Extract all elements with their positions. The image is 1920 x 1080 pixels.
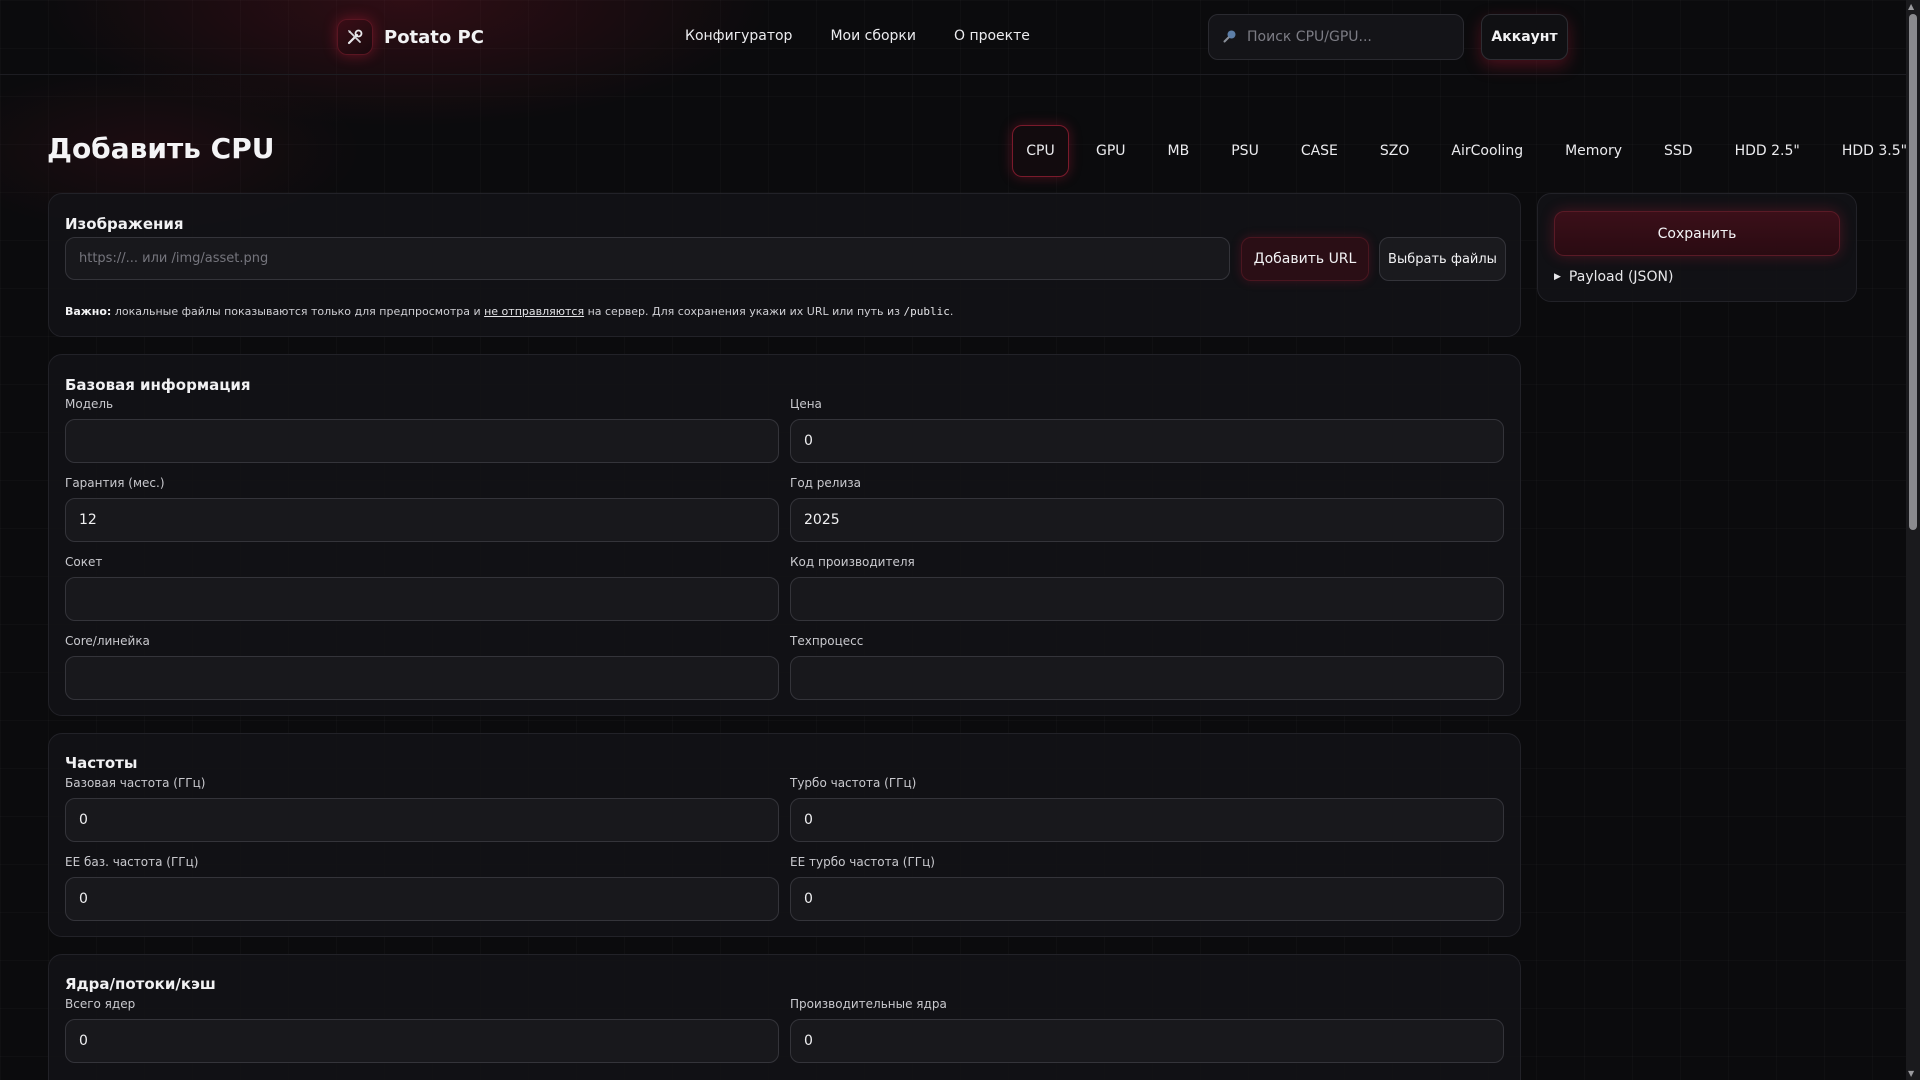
release-year-input[interactable]: 2025 [790, 498, 1504, 542]
note-text-1: локальные файлы показываются только для … [114, 305, 481, 318]
core-line-input[interactable] [65, 656, 779, 700]
ee-base-freq-input[interactable]: 0 [65, 877, 779, 921]
tab-szo[interactable]: SZO [1365, 125, 1425, 177]
search-input[interactable] [1247, 29, 1447, 45]
images-note: Важно: локальные файлы показываются толь… [65, 305, 953, 318]
note-code: /public [903, 305, 950, 318]
choose-files-button[interactable]: Выбрать файлы [1379, 237, 1506, 281]
brand-name: Potato PC [384, 26, 484, 48]
base-info-card: Базовая информация Модель Цена 0 Гаранти… [48, 354, 1521, 716]
tab-ssd[interactable]: SSD [1649, 125, 1708, 177]
base-freq-label: Базовая частота (ГГц) [65, 776, 206, 790]
turbo-freq-label: Турбо частота (ГГц) [790, 776, 917, 790]
nav-my-builds[interactable]: Мои сборки [830, 28, 916, 44]
manufacturer-code-label: Код производителя [790, 555, 915, 569]
base-info-title: Базовая информация [65, 376, 251, 394]
model-label: Модель [65, 397, 114, 411]
save-button[interactable]: Сохранить [1554, 211, 1840, 256]
model-input[interactable] [65, 419, 779, 463]
caret-right-icon: ▶ [1554, 272, 1561, 282]
cores-title: Ядра/потоки/кэш [65, 975, 216, 993]
tab-cpu[interactable]: CPU [1012, 125, 1069, 177]
tab-mb[interactable]: MB [1153, 125, 1205, 177]
price-label: Цена [790, 397, 822, 411]
cores-card: Ядра/потоки/кэш Всего ядер 0 Производите… [48, 954, 1521, 1080]
nav-configurator[interactable]: Конфигуратор [685, 28, 792, 44]
brand-logo[interactable]: Potato PC [337, 19, 484, 55]
tab-hdd-25[interactable]: HDD 2.5" [1720, 125, 1815, 177]
manufacturer-code-input[interactable] [790, 577, 1504, 621]
process-node-input[interactable] [790, 656, 1504, 700]
payload-toggle[interactable]: ▶ Payload (JSON) [1554, 269, 1673, 285]
perf-cores-input[interactable]: 0 [790, 1019, 1504, 1063]
tools-icon [337, 19, 373, 55]
base-freq-input[interactable]: 0 [65, 798, 779, 842]
price-input[interactable]: 0 [790, 419, 1504, 463]
top-header: Potato PC Конфигуратор Мои сборки О прое… [0, 0, 1906, 75]
tab-case[interactable]: CASE [1286, 125, 1353, 177]
warranty-label: Гарантия (мес.) [65, 476, 165, 490]
core-line-label: Core/линейка [65, 634, 150, 648]
warranty-input[interactable]: 12 [65, 498, 779, 542]
tab-gpu[interactable]: GPU [1081, 125, 1141, 177]
socket-label: Сокет [65, 555, 103, 569]
scroll-down-icon[interactable]: ▼ [1908, 1069, 1914, 1078]
scroll-up-icon[interactable]: ▲ [1908, 2, 1914, 11]
save-panel: Сохранить ▶ Payload (JSON) [1537, 193, 1857, 302]
ee-turbo-freq-input[interactable]: 0 [790, 877, 1504, 921]
note-end: . [949, 305, 954, 318]
ee-base-freq-label: ЕЕ баз. частота (ГГц) [65, 855, 199, 869]
nav-about[interactable]: О проекте [954, 28, 1030, 44]
process-node-label: Техпроцесс [790, 634, 864, 648]
frequencies-card: Частоты Базовая частота (ГГц) 0 Турбо ча… [48, 733, 1521, 937]
images-card: Изображения Добавить URL Выбрать файлы В… [48, 193, 1521, 337]
page-scrollbar[interactable]: ▲ ▼ [1906, 0, 1920, 1080]
perf-cores-label: Производительные ядра [790, 997, 947, 1011]
tab-aircooling[interactable]: AirCooling [1436, 125, 1538, 177]
account-button[interactable]: Аккаунт [1481, 14, 1568, 60]
frequencies-title: Частоты [65, 754, 138, 772]
socket-input[interactable] [65, 577, 779, 621]
tab-memory[interactable]: Memory [1550, 125, 1637, 177]
note-link: не отправляются [484, 305, 585, 318]
page-title: Добавить CPU [47, 132, 275, 165]
scroll-thumb[interactable] [1909, 14, 1917, 530]
release-year-label: Год релиза [790, 476, 861, 490]
total-cores-input[interactable]: 0 [65, 1019, 779, 1063]
ee-turbo-freq-label: ЕЕ турбо частота (ГГц) [790, 855, 935, 869]
turbo-freq-input[interactable]: 0 [790, 798, 1504, 842]
images-title: Изображения [65, 215, 184, 233]
image-url-field [65, 237, 1230, 280]
tab-psu[interactable]: PSU [1216, 125, 1274, 177]
main-nav: Конфигуратор Мои сборки О проекте [685, 28, 1030, 44]
image-url-input[interactable] [79, 251, 1216, 266]
search-box [1208, 14, 1464, 60]
add-url-button[interactable]: Добавить URL [1241, 237, 1369, 281]
search-icon [1223, 28, 1237, 47]
component-tabs: CPU GPU MB PSU CASE SZO AirCooling Memor… [1012, 125, 1920, 177]
total-cores-label: Всего ядер [65, 997, 136, 1011]
note-text-2: на сервер. Для сохранения укажи их URL и… [587, 305, 901, 318]
note-bold: Важно: [65, 305, 112, 318]
payload-label: Payload (JSON) [1568, 269, 1674, 285]
